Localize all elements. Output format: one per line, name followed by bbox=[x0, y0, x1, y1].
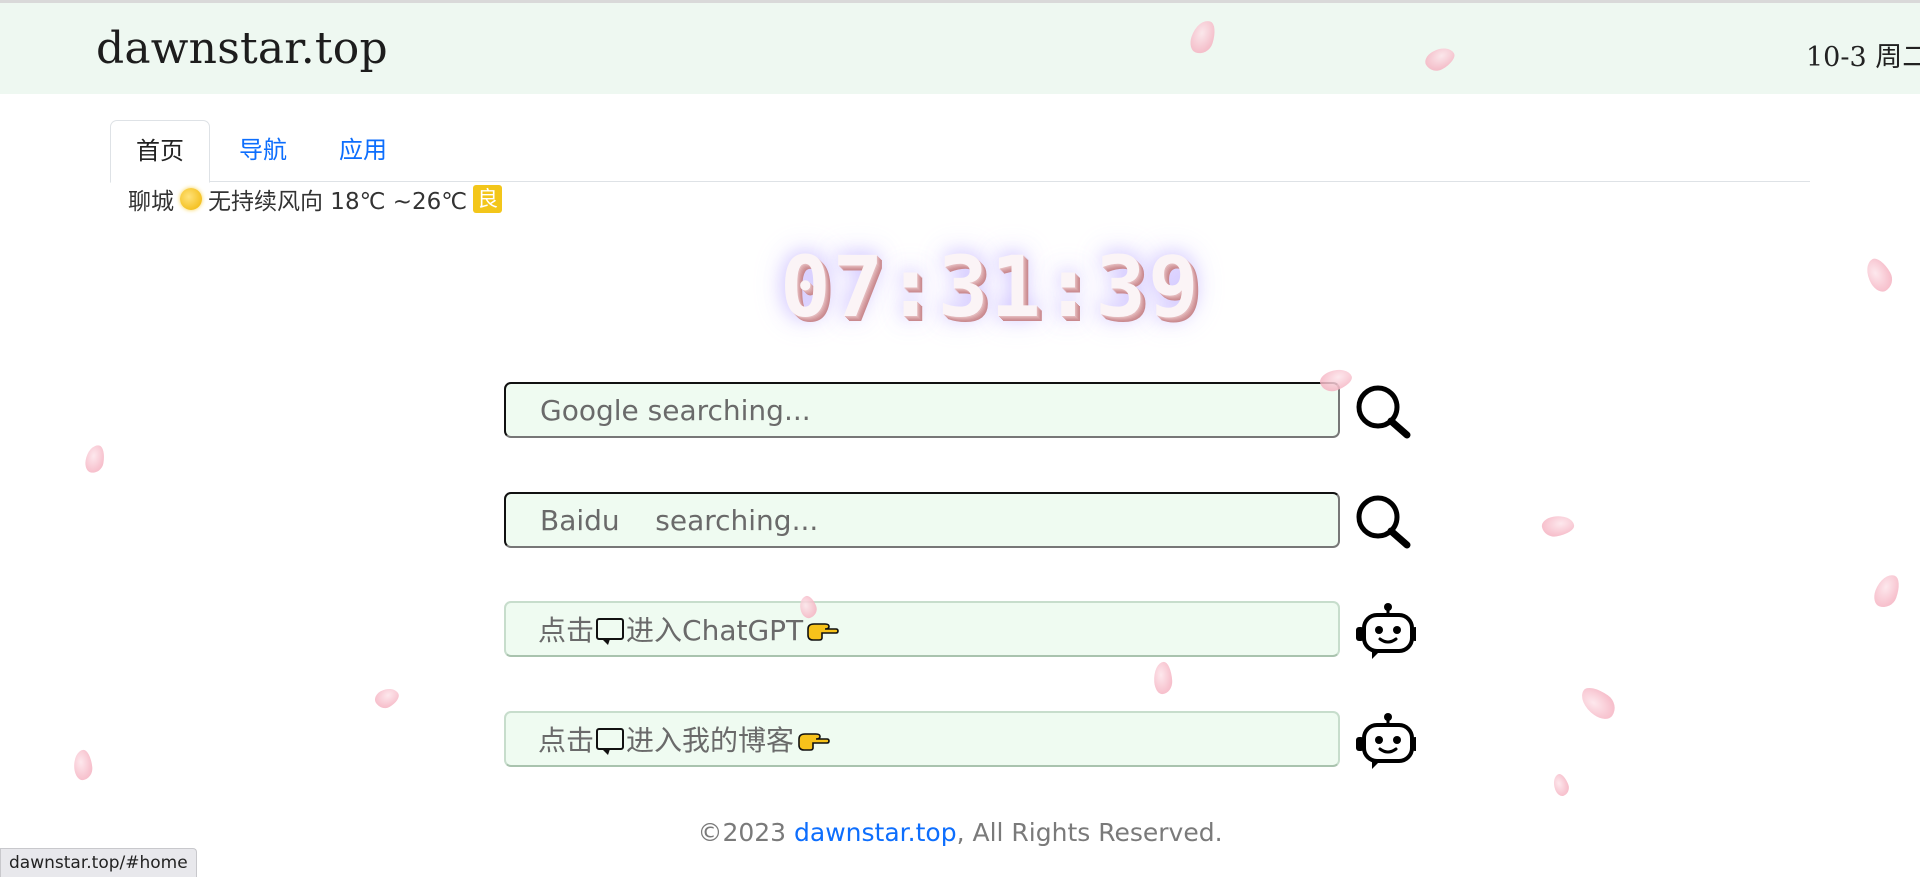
google-search-field bbox=[504, 382, 1340, 438]
footer-rights: , All Rights Reserved. bbox=[956, 818, 1223, 847]
pointing-hand-icon bbox=[798, 733, 830, 751]
google-search-row bbox=[504, 382, 1411, 442]
blog-link[interactable]: 点击 进入我的博客 bbox=[504, 711, 1340, 767]
blog-link-text: 进入我的博客 bbox=[626, 724, 795, 757]
footer-copyright: ©2023 bbox=[697, 818, 795, 847]
petal-decoration bbox=[1870, 571, 1904, 611]
petal-decoration bbox=[1575, 682, 1621, 724]
tab-apps[interactable]: 应用 bbox=[326, 120, 400, 180]
petal-decoration bbox=[83, 443, 107, 475]
footer-site-link[interactable]: dawnstar.top bbox=[794, 818, 957, 847]
chatgpt-row: 点击 进入ChatGPT bbox=[504, 601, 1416, 661]
robot-icon[interactable] bbox=[1352, 711, 1416, 771]
weather-city: 聊城 bbox=[128, 189, 174, 215]
digital-clock: 07:31:39 bbox=[780, 238, 1201, 336]
header-date: 10-3 周二 bbox=[1806, 42, 1920, 73]
chatgpt-link-text: 进入ChatGPT bbox=[626, 614, 804, 647]
sun-cloud-icon bbox=[180, 188, 202, 210]
petal-decoration bbox=[1152, 661, 1174, 695]
baidu-search-input[interactable] bbox=[538, 502, 1302, 538]
speech-bubble-icon bbox=[596, 728, 625, 755]
page-footer: ©2023 dawnstar.top, All Rights Reserved. bbox=[0, 818, 1920, 847]
petal-decoration bbox=[1860, 254, 1898, 296]
chatgpt-link-prefix: 点击 bbox=[538, 614, 595, 647]
tab-home[interactable]: 首页 bbox=[110, 120, 210, 183]
blog-link-prefix: 点击 bbox=[538, 724, 595, 757]
speech-bubble-icon bbox=[596, 618, 625, 645]
browser-status-bar: dawnstar.top/#home bbox=[0, 848, 197, 877]
blog-row: 点击 进入我的博客 bbox=[504, 711, 1416, 771]
chatgpt-link[interactable]: 点击 进入ChatGPT bbox=[504, 601, 1340, 657]
baidu-search-field bbox=[504, 492, 1340, 548]
google-search-icon[interactable] bbox=[1352, 382, 1416, 442]
site-header: dawnstar.top 10-3 周二 bbox=[0, 3, 1920, 94]
weather-widget: 聊城 无持续风向 18℃ ~26℃ 良 bbox=[128, 182, 503, 216]
baidu-search-icon[interactable] bbox=[1352, 492, 1416, 552]
baidu-search-row bbox=[504, 492, 1411, 552]
petal-decoration bbox=[1550, 772, 1572, 798]
weather-description: 无持续风向 18℃ ~26℃ bbox=[208, 189, 468, 215]
aqi-badge: 良 bbox=[473, 185, 503, 213]
petal-decoration bbox=[1540, 513, 1576, 539]
google-search-input[interactable] bbox=[538, 392, 1302, 428]
site-brand[interactable]: dawnstar.top bbox=[96, 23, 388, 74]
main-tabs: 首页 导航 应用 bbox=[110, 120, 1810, 183]
pointing-hand-icon bbox=[807, 623, 839, 641]
tab-navigation[interactable]: 导航 bbox=[226, 120, 300, 180]
robot-icon[interactable] bbox=[1352, 601, 1416, 661]
petal-decoration bbox=[72, 749, 94, 781]
petal-decoration bbox=[372, 684, 402, 712]
